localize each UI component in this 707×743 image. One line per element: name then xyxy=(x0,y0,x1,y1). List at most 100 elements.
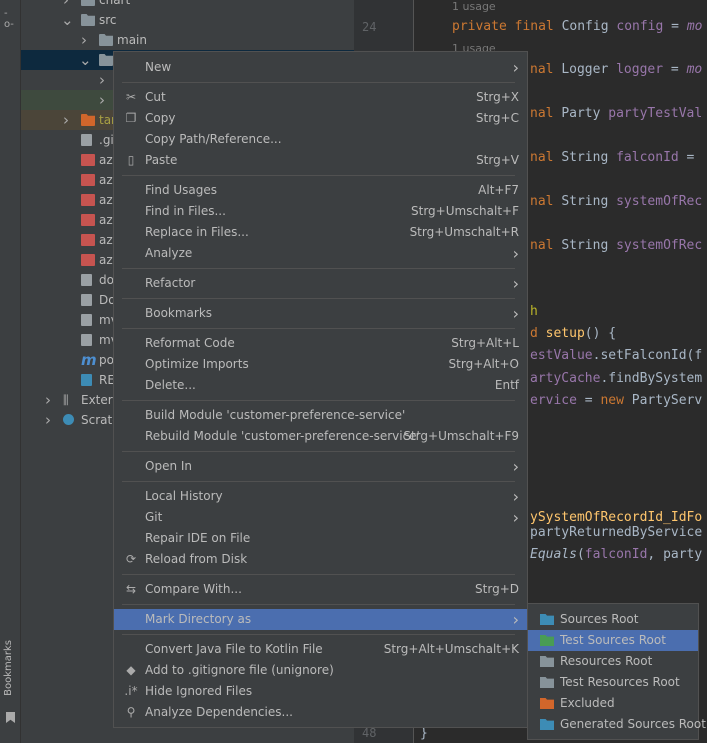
menu-item-git[interactable]: Git › xyxy=(114,507,527,528)
menu-item-label: Replace in Files... xyxy=(145,225,249,239)
submenu-item-sources-root[interactable]: Sources Root xyxy=(528,609,698,630)
menu-item-replace-in-files[interactable]: Replace in Files... Strg+Umschalt+R xyxy=(114,222,527,243)
menu-item-paste[interactable]: ▯ Paste Strg+V xyxy=(114,150,527,171)
menu-item-shortcut: Alt+F7 xyxy=(478,183,519,197)
chevron-right-icon[interactable]: › xyxy=(97,70,107,90)
ignore-file-icon xyxy=(81,134,92,146)
menu-item-find-usages[interactable]: Find Usages Alt+F7 xyxy=(114,180,527,201)
menu-item-copy[interactable]: ❐ Copy Strg+C xyxy=(114,108,527,129)
chevron-right-icon[interactable]: › xyxy=(43,410,53,430)
menu-item-repair-ide-on-file[interactable]: Repair IDE on File xyxy=(114,528,527,549)
folder-icon xyxy=(540,719,554,730)
menu-item-label: Find in Files... xyxy=(145,204,226,218)
menu-item-label: Copy Path/Reference... xyxy=(145,132,282,146)
context-menu: New › ✂ Cut Strg+X ❐ Copy Strg+C Copy Path/Refer… xyxy=(113,51,528,728)
menu-separator xyxy=(114,264,527,273)
menu-item-build-module-customer-preference-service[interactable]: Build Module 'customer-preference-servic… xyxy=(114,405,527,426)
menu-item-compare-with[interactable]: ⇆ Compare With... Strg+D xyxy=(114,579,527,600)
shell-file-icon xyxy=(81,314,92,326)
submenu-arrow-icon: › xyxy=(512,508,519,527)
submenu-item-label: Excluded xyxy=(560,696,615,710)
compare-icon: ⇆ xyxy=(125,582,137,596)
submenu-arrow-icon: › xyxy=(512,304,519,323)
menu-item-refactor[interactable]: Refactor › xyxy=(114,273,527,294)
menu-item-convert-java-file-to-kotlin-file[interactable]: Convert Java File to Kotlin File Strg+Alt… xyxy=(114,639,527,660)
chevron-right-icon[interactable]: › xyxy=(79,30,89,50)
menu-item-label: Delete... xyxy=(145,378,196,392)
menu-item-add-to-gitignore-file-unignore[interactable]: ◆ Add to .gitignore file (unignore) xyxy=(114,660,527,681)
menu-item-open-in[interactable]: Open In › xyxy=(114,456,527,477)
maven-file-icon: m xyxy=(81,351,97,369)
submenu-item-label: Test Sources Root xyxy=(560,633,666,647)
menu-item-shortcut: Strg+Umschalt+F9 xyxy=(403,429,519,443)
reload-icon: ⟳ xyxy=(125,552,137,566)
submenu-arrow-icon: › xyxy=(512,244,519,263)
excluded-folder-icon xyxy=(81,114,95,126)
menu-item-bookmarks[interactable]: Bookmarks › xyxy=(114,303,527,324)
yml-file-icon xyxy=(81,234,95,246)
folder-icon xyxy=(540,635,554,646)
chevron-down-icon[interactable]: ⌄ xyxy=(61,10,74,30)
submenu-item-excluded[interactable]: Excluded xyxy=(528,693,698,714)
menu-item-label: Rebuild Module 'customer-preference-serv… xyxy=(145,429,420,443)
yml-file-icon xyxy=(81,214,95,226)
usage-hint[interactable]: 1 usage xyxy=(452,0,496,13)
menu-item-reload-from-disk[interactable]: ⟳ Reload from Disk xyxy=(114,549,527,570)
tree-item-label: chart xyxy=(99,0,131,7)
code-line: private final Config config = mo xyxy=(452,19,703,34)
menu-item-label: Open In xyxy=(145,459,193,473)
tree-item[interactable]: › main xyxy=(21,30,354,50)
menu-item-rebuild-module-customer-preference-service[interactable]: Rebuild Module 'customer-preference-serv… xyxy=(114,426,527,447)
chevron-down-icon[interactable]: ⌄ xyxy=(79,50,92,70)
menu-item-local-history[interactable]: Local History › xyxy=(114,486,527,507)
menu-item-label: New xyxy=(145,60,172,74)
menu-item-label: Reformat Code xyxy=(145,336,235,350)
menu-item-analyze-dependencies[interactable]: ⚲ Analyze Dependencies... xyxy=(114,702,527,723)
menu-item-label: Git xyxy=(145,510,163,524)
submenu-item-label: Generated Sources Root xyxy=(560,717,706,731)
menu-item-analyze[interactable]: Analyze › xyxy=(114,243,527,264)
menu-item-label: Optimize Imports xyxy=(145,357,249,371)
scratches-icon xyxy=(63,414,74,425)
submenu-item-label: Resources Root xyxy=(560,654,653,668)
tree-item[interactable]: › chart xyxy=(21,0,354,10)
bookmark-icon[interactable] xyxy=(6,712,15,723)
chevron-right-icon[interactable]: › xyxy=(61,0,71,10)
tree-item-label: src xyxy=(99,13,117,27)
menu-item-mark-directory-as[interactable]: Mark Directory as › xyxy=(114,609,527,630)
menu-item-shortcut: Strg+C xyxy=(475,111,519,125)
submenu-item-resources-root[interactable]: Resources Root xyxy=(528,651,698,672)
menu-item-copy-path-reference[interactable]: Copy Path/Reference... xyxy=(114,129,527,150)
submenu-item-test-sources-root[interactable]: Test Sources Root xyxy=(528,630,698,651)
menu-item-delete[interactable]: Delete... Entf xyxy=(114,375,527,396)
commit-icon[interactable]: -o- xyxy=(4,8,17,30)
menu-separator xyxy=(114,396,527,405)
libraries-icon: ⫼ xyxy=(63,393,69,407)
folder-icon xyxy=(540,677,554,688)
menu-item-new[interactable]: New › xyxy=(114,57,527,78)
menu-item-label: Cut xyxy=(145,90,166,104)
submenu-item-generated-sources-root[interactable]: Generated Sources Root xyxy=(528,714,706,735)
menu-item-shortcut: Entf xyxy=(494,378,519,392)
chevron-right-icon[interactable]: › xyxy=(43,390,53,410)
line-number: 24 xyxy=(362,20,377,34)
menu-item-label: Mark Directory as xyxy=(145,612,252,626)
menu-separator xyxy=(114,447,527,456)
git-icon: ◆ xyxy=(126,663,136,677)
menu-item-find-in-files[interactable]: Find in Files... Strg+Umschalt+F xyxy=(114,201,527,222)
menu-item-label: Analyze xyxy=(145,246,193,260)
menu-item-hide-ignored-files[interactable]: .i* Hide Ignored Files xyxy=(114,681,527,702)
bookmarks-tool-tab[interactable]: Bookmarks xyxy=(3,640,14,696)
code-line: h xyxy=(530,304,538,319)
folder-icon xyxy=(540,698,554,709)
menu-item-optimize-imports[interactable]: Optimize Imports Strg+Alt+O xyxy=(114,354,527,375)
code-line: nal String systemOfRec xyxy=(530,194,703,209)
chevron-right-icon[interactable]: › xyxy=(97,90,107,110)
menu-item-reformat-code[interactable]: Reformat Code Strg+Alt+L xyxy=(114,333,527,354)
code-line: d setup() { xyxy=(530,326,617,341)
chevron-right-icon[interactable]: › xyxy=(61,110,71,130)
tree-item[interactable]: ⌄ src xyxy=(21,10,354,30)
menu-item-cut[interactable]: ✂ Cut Strg+X xyxy=(114,87,527,108)
submenu-item-test-resources-root[interactable]: Test Resources Root xyxy=(528,672,698,693)
menu-item-label: Compare With... xyxy=(145,582,242,596)
